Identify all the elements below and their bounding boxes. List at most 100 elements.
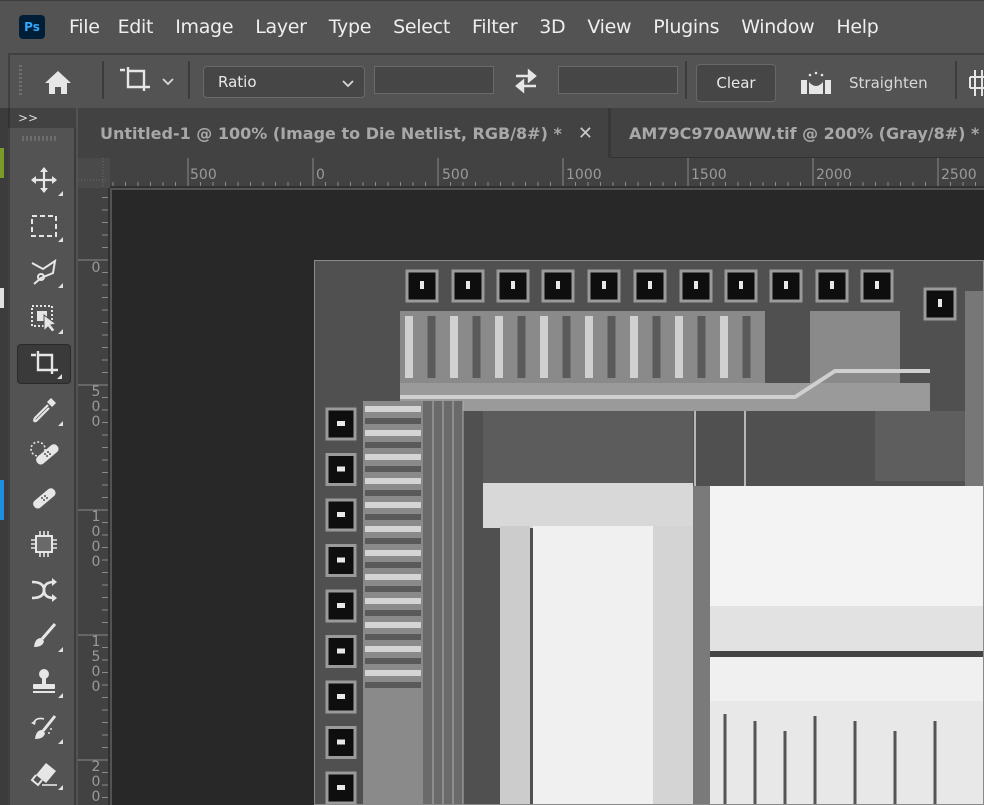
io-cell-stripe (365, 442, 421, 448)
menu-type[interactable]: Type (329, 16, 372, 38)
menu-window[interactable]: Window (741, 16, 814, 38)
history-brush-icon (31, 715, 57, 739)
crop-ratio-select[interactable]: Ratio (203, 66, 365, 98)
stamp-icon (33, 669, 55, 693)
menu-plugins[interactable]: Plugins (653, 16, 719, 38)
menu-select[interactable]: Select (393, 16, 450, 38)
polygonal-lasso-icon (31, 258, 57, 285)
bond-wire (938, 299, 942, 307)
menu-edit[interactable]: Edit (118, 16, 154, 38)
rectangular-marquee-tool[interactable] (17, 206, 71, 246)
straighten-level-icon (801, 71, 831, 94)
straighten-button[interactable] (800, 70, 832, 96)
home-icon (45, 71, 71, 94)
straighten-label[interactable]: Straighten (849, 74, 928, 92)
eyedropper-tool[interactable] (17, 390, 71, 430)
io-cell-stripe (365, 622, 421, 628)
home-button[interactable] (42, 68, 74, 96)
ruler-label: 500 (91, 384, 101, 430)
ruler-label: 2500 (941, 167, 977, 183)
tab-untitled-1[interactable]: Untitled-1 @ 100% (Image to Die Netlist,… (78, 108, 608, 158)
close-icon[interactable]: ✕ (578, 123, 593, 144)
history-brush-tool[interactable] (17, 708, 71, 748)
submenu-indicator (58, 739, 63, 744)
io-cell-stripe (365, 454, 421, 460)
io-cell-stripe (365, 634, 421, 640)
io-cell-stripe (365, 682, 421, 688)
ruler-ticks (112, 158, 976, 186)
crop-height-field[interactable] (558, 66, 678, 94)
die-photo-image[interactable] (314, 260, 984, 805)
io-cell-stripe (540, 316, 548, 378)
ruler-ticks (78, 197, 108, 798)
ruler-label: 1000 (566, 167, 602, 183)
options-bar: Ratio Clear Straighten (8, 53, 984, 108)
toolbox-grip[interactable] (22, 136, 58, 141)
ruler-label: 200 (91, 759, 101, 805)
canvas-area[interactable] (112, 190, 984, 805)
bond-wire (420, 281, 424, 289)
eraser-tool[interactable] (17, 754, 71, 794)
crop-tool[interactable] (17, 344, 71, 384)
tab-am79c970aww[interactable]: AM79C970AWW.tif @ 200% (Gray/8#) * (611, 108, 984, 158)
submenu-indicator (58, 647, 63, 652)
io-cell-stripe (495, 316, 503, 378)
bond-wire (337, 739, 345, 745)
healing-brush-tool[interactable] (17, 478, 71, 518)
io-cell-stripe (427, 316, 436, 378)
content-aware-move-tool[interactable] (17, 570, 71, 610)
menu-bar: Ps File Edit Image Layer Type Select Fil… (0, 0, 984, 52)
tool-preset-dropdown[interactable] (160, 73, 176, 89)
crossing-arrows-icon (31, 578, 57, 602)
io-cell-stripe (365, 526, 421, 532)
menu-layer[interactable]: Layer (255, 16, 307, 38)
lasso-tool[interactable] (17, 252, 71, 292)
bond-wire (648, 281, 652, 289)
content-aware-tool[interactable] (17, 524, 71, 564)
tab-title: Untitled-1 @ 100% (Image to Die Netlist,… (100, 123, 562, 143)
chevron-down-icon (162, 78, 174, 86)
horizontal-ruler[interactable]: 500 0 500 1000 1500 2000 2500 (110, 158, 984, 188)
options-bar-grip[interactable] (19, 65, 22, 97)
move-tool[interactable] (17, 160, 71, 200)
io-cell-stripe (365, 538, 421, 544)
ruler-label: 0 (91, 260, 101, 276)
spot-healing-brush-tool[interactable] (17, 434, 71, 474)
menu-help[interactable]: Help (836, 16, 878, 38)
crop-width-field[interactable] (374, 66, 494, 94)
bond-wire (466, 281, 470, 289)
object-selection-tool[interactable] (17, 298, 71, 338)
grid-overlay-icon (969, 70, 984, 96)
clone-stamp-tool[interactable] (17, 662, 71, 702)
menu-image[interactable]: Image (175, 16, 233, 38)
io-cell-stripe (365, 574, 421, 580)
ruler-label: 500 (442, 167, 469, 183)
swap-dimensions-button[interactable] (512, 68, 540, 94)
toolbox-collapse-button[interactable]: >> (8, 108, 76, 128)
overlay-options-button[interactable] (968, 68, 984, 98)
bond-wire (337, 466, 345, 472)
brush-tool[interactable] (17, 616, 71, 656)
vertical-ruler[interactable]: 0 500 1000 1500 200 (78, 188, 110, 805)
menu-3d[interactable]: 3D (539, 16, 565, 38)
io-cell-stripe (365, 658, 421, 664)
io-cell-stripe (365, 514, 421, 520)
menu-filter[interactable]: Filter (472, 16, 518, 38)
swap-arrows-icon (515, 68, 537, 94)
submenu-indicator (58, 329, 63, 334)
io-cell-stripe (652, 316, 661, 378)
submenu-indicator (58, 785, 63, 790)
io-cell-stripe (450, 316, 458, 378)
bond-wire (602, 281, 606, 289)
menu-file[interactable]: File (69, 16, 100, 38)
ruler-label: 1500 (91, 634, 101, 695)
chip-icon (31, 531, 57, 557)
ruler-origin[interactable] (78, 158, 110, 188)
bond-wire (739, 281, 743, 289)
io-cell-stripe (365, 478, 421, 484)
clear-button[interactable]: Clear (696, 64, 776, 102)
menu-view[interactable]: View (587, 16, 631, 38)
tool-preset-picker[interactable] (116, 65, 154, 97)
io-cell-stripe (365, 586, 421, 592)
options-separator (188, 61, 190, 99)
